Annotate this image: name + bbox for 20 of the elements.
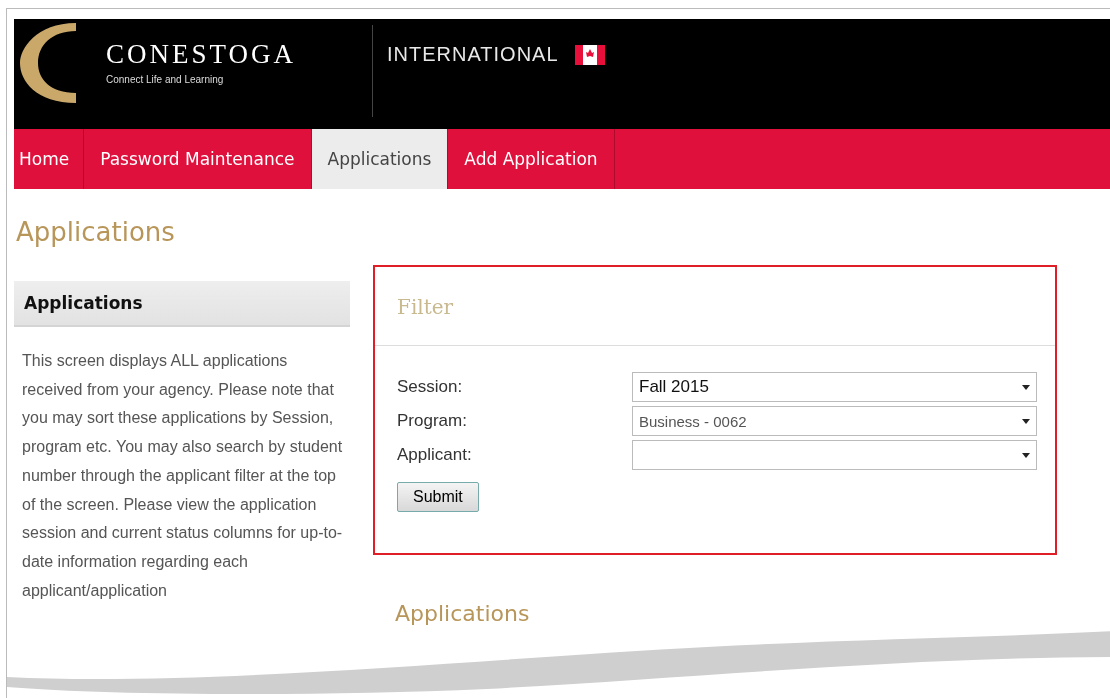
field-label: Session: xyxy=(397,377,464,397)
sidebar-heading: Applications xyxy=(14,281,350,327)
sidebar-description: This screen displays ALL applications received from your agency. Please note that you may sort these applications by Session, program etc. You may also search by student number through the applicant filter at the top of the screen. Please view the application session and current status columns for up-to-date information regarding each applicant/application xyxy=(22,351,344,601)
submit-button[interactable]: Submit xyxy=(397,482,479,512)
dropdown-field[interactable] xyxy=(632,440,1037,470)
brand-name: CONESTOGA xyxy=(106,39,296,70)
field-label: Program: xyxy=(397,411,468,431)
page-title: Applications xyxy=(16,217,176,249)
section-title: INTERNATIONAL xyxy=(387,43,559,66)
nav-tab[interactable]: Applications xyxy=(311,129,449,189)
brand-tagline: Connect Life and Learning xyxy=(106,74,225,85)
field-label: Applicant: xyxy=(397,445,473,465)
canada-flag-icon xyxy=(574,44,605,65)
dropdown-field[interactable]: Fall 2015 xyxy=(632,372,1037,402)
nav-tab[interactable]: Add Application xyxy=(448,129,615,189)
nav-tab[interactable]: Home xyxy=(14,129,85,189)
filter-heading: Filter xyxy=(397,295,455,319)
dropdown-field[interactable]: Business - 0062 xyxy=(632,406,1037,436)
nav-tab[interactable]: Password Maintenance xyxy=(84,129,312,189)
results-heading: Applications xyxy=(395,601,531,626)
